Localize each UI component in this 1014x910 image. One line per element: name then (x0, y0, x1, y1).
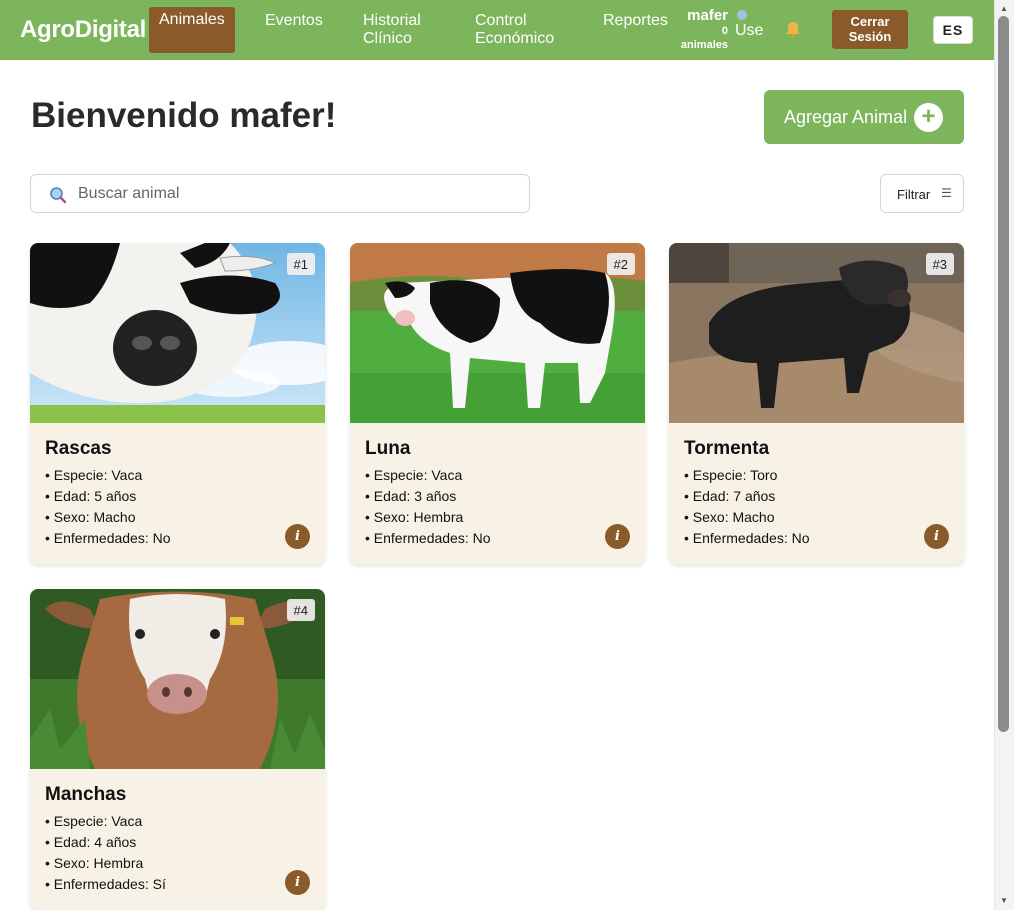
animal-diseases: • Enfermedades: No (45, 530, 171, 546)
nav-reportes[interactable]: Reportes (603, 12, 668, 30)
user-icon[interactable]: Use (735, 8, 764, 39)
page-title: Bienvenido mafer! (31, 96, 337, 135)
animal-card[interactable]: #1 Rascas • Especie: Vaca • Edad: 5 años… (30, 243, 325, 564)
animal-species: • Especie: Vaca (45, 813, 143, 829)
animal-diseases: • Enfermedades: Sí (45, 876, 166, 892)
animal-sex: • Sexo: Macho (684, 509, 775, 525)
info-icon[interactable]: i (285, 524, 310, 549)
user-icon-label: Use (735, 22, 764, 39)
scroll-down-arrow-icon[interactable]: ▼ (1000, 896, 1008, 905)
animal-number-badge: #3 (925, 253, 954, 275)
nav-control-economico[interactable]: Control Económico (475, 12, 565, 48)
logout-button[interactable]: Cerrar Sesión (832, 10, 908, 49)
bell-icon[interactable] (784, 20, 802, 38)
animal-card[interactable]: #3 Tormenta • Especie: Toro • Edad: 7 añ… (669, 243, 964, 564)
user-animal-count-label: animales (680, 39, 728, 51)
animal-photo (669, 243, 964, 423)
search-input[interactable] (78, 183, 518, 205)
scrollbar[interactable]: ▲ ▼ (994, 0, 1014, 910)
language-button[interactable]: ES (933, 16, 973, 44)
nav-animales[interactable]: Animales (149, 7, 235, 53)
animal-details: • Especie: Vaca • Edad: 3 años • Sexo: H… (365, 465, 491, 549)
animal-number-badge: #1 (286, 253, 315, 275)
nav-eventos[interactable]: Eventos (265, 12, 323, 30)
animal-age: • Edad: 4 años (45, 834, 137, 850)
brand-logo[interactable]: AgroDigital (20, 16, 146, 44)
animal-sex: • Sexo: Hembra (45, 855, 144, 871)
filter-label: Filtrar (897, 187, 931, 202)
animal-details: • Especie: Vaca • Edad: 5 años • Sexo: M… (45, 465, 171, 549)
navbar: AgroDigital Animales Eventos Historial C… (0, 0, 994, 60)
scrollbar-thumb[interactable] (998, 16, 1009, 732)
animal-species: • Especie: Vaca (45, 467, 143, 483)
user-animal-count: 0 (721, 25, 728, 37)
animal-age: • Edad: 3 años (365, 488, 457, 504)
add-animal-label: Agregar Animal (784, 107, 908, 127)
animal-number-badge: #4 (286, 599, 315, 621)
add-animal-button[interactable]: Agregar Animal + (764, 90, 964, 144)
user-name: mafer (687, 7, 728, 24)
animal-species: • Especie: Vaca (365, 467, 463, 483)
animal-card[interactable]: #2 Luna • Especie: Vaca • Edad: 3 años •… (350, 243, 645, 564)
info-icon[interactable]: i (924, 524, 949, 549)
plus-icon: + (914, 103, 943, 132)
animal-name: Luna (365, 438, 411, 459)
animal-name: Manchas (45, 784, 127, 805)
info-icon[interactable]: i (285, 870, 310, 895)
animal-number-badge: #2 (606, 253, 635, 275)
animal-species: • Especie: Toro (684, 467, 778, 483)
user-avatar-icon (737, 10, 747, 20)
info-icon[interactable]: i (605, 524, 630, 549)
animal-photo (30, 243, 325, 423)
user-info: mafer 0 animales (676, 7, 728, 52)
animal-age: • Edad: 7 años (684, 488, 776, 504)
animal-details: • Especie: Vaca • Edad: 4 años • Sexo: H… (45, 811, 166, 895)
filter-lines-icon: ☰ (941, 186, 952, 200)
animal-diseases: • Enfermedades: No (365, 530, 491, 546)
animal-card[interactable]: #4 Manchas • Especie: Vaca • Edad: 4 año… (30, 589, 325, 910)
filter-button[interactable]: Filtrar ☰ (880, 174, 964, 213)
scroll-up-arrow-icon[interactable]: ▲ (1000, 4, 1008, 13)
animal-name: Rascas (45, 438, 112, 459)
animal-sex: • Sexo: Macho (45, 509, 136, 525)
animal-diseases: • Enfermedades: No (684, 530, 810, 546)
nav-historial-clinico[interactable]: Historial Clínico (363, 12, 443, 48)
animal-photo (350, 243, 645, 423)
animal-photo (30, 589, 325, 769)
search-box[interactable] (30, 174, 530, 213)
animal-age: • Edad: 5 años (45, 488, 137, 504)
animal-sex: • Sexo: Hembra (365, 509, 464, 525)
search-icon (50, 187, 67, 204)
animal-details: • Especie: Toro • Edad: 7 años • Sexo: M… (684, 465, 810, 549)
animal-name: Tormenta (684, 438, 770, 459)
